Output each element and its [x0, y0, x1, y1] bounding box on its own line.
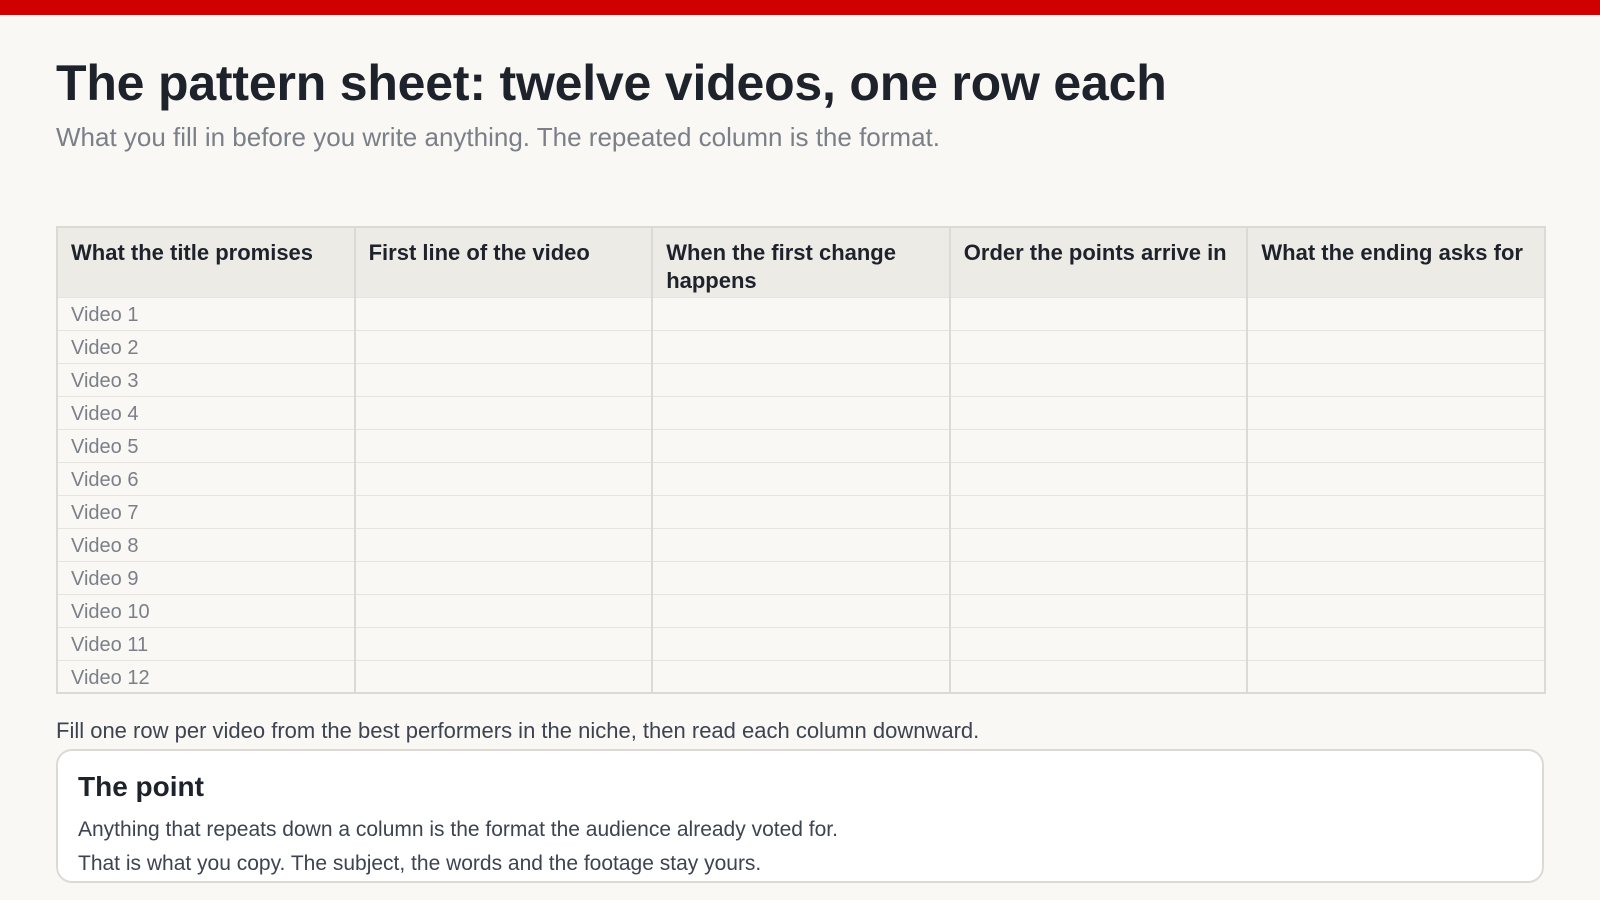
row-label: Video 12 — [57, 659, 356, 693]
point-line: Anything that repeats down a column is t… — [78, 818, 838, 841]
table-header-row: What the title promises First line of th… — [57, 227, 1545, 297]
table-cell[interactable] — [354, 494, 654, 528]
table-row: Video 10 — [57, 593, 1545, 627]
row-label: Video 5 — [57, 428, 356, 462]
table-cell[interactable] — [1247, 593, 1545, 627]
table-cell[interactable] — [1247, 560, 1545, 594]
column-header-title-promise: What the title promises — [57, 227, 356, 297]
table-cell[interactable] — [949, 626, 1249, 660]
table-cell[interactable] — [949, 296, 1249, 330]
pattern-sheet-table: What the title promises First line of th… — [56, 226, 1546, 694]
table-cell[interactable] — [949, 494, 1249, 528]
row-label: Video 3 — [57, 362, 356, 396]
table-cell[interactable] — [1247, 296, 1545, 330]
table-cell[interactable] — [354, 395, 654, 429]
row-label: Video 4 — [57, 395, 356, 429]
page-subtitle: What you fill in before you write anythi… — [56, 122, 940, 152]
column-header-first-change: When the first change happens — [652, 227, 951, 297]
table-cell[interactable] — [652, 461, 951, 495]
table-cell[interactable] — [949, 329, 1249, 363]
row-label: Video 7 — [57, 494, 356, 528]
instruction-note: Fill one row per video from the best per… — [56, 718, 980, 743]
row-label: Video 1 — [57, 296, 356, 330]
table-row: Video 8 — [57, 527, 1545, 561]
table-row: Video 9 — [57, 560, 1545, 594]
table-cell[interactable] — [652, 428, 951, 462]
table-cell[interactable] — [1247, 494, 1545, 528]
table-cell[interactable] — [949, 593, 1249, 627]
table-cell[interactable] — [652, 296, 951, 330]
table-cell[interactable] — [949, 527, 1249, 561]
point-callout: The point Anything that repeats down a c… — [56, 749, 1544, 883]
table-cell[interactable] — [949, 659, 1249, 693]
page-title: The pattern sheet: twelve videos, one ro… — [56, 55, 1167, 111]
row-label: Video 9 — [57, 560, 356, 594]
table-row: Video 7 — [57, 494, 1545, 528]
table-row: Video 5 — [57, 428, 1545, 462]
table-cell[interactable] — [354, 362, 654, 396]
table-cell[interactable] — [652, 659, 951, 693]
table-cell[interactable] — [354, 593, 654, 627]
column-header-points-order: Order the points arrive in — [949, 227, 1249, 297]
table-cell[interactable] — [354, 626, 654, 660]
table-cell[interactable] — [949, 428, 1249, 462]
table-cell[interactable] — [354, 560, 654, 594]
table-cell[interactable] — [652, 494, 951, 528]
table-cell[interactable] — [1247, 362, 1545, 396]
table-cell[interactable] — [354, 659, 654, 693]
point-title: The point — [78, 771, 204, 802]
table-cell[interactable] — [1247, 659, 1545, 693]
row-label: Video 8 — [57, 527, 356, 561]
row-label: Video 6 — [57, 461, 356, 495]
row-label: Video 2 — [57, 329, 356, 363]
row-label: Video 10 — [57, 593, 356, 627]
table-cell[interactable] — [652, 560, 951, 594]
table-cell[interactable] — [949, 560, 1249, 594]
table-cell[interactable] — [354, 296, 654, 330]
column-header-ending-ask: What the ending asks for — [1247, 227, 1545, 297]
table-body: Video 1 Video 2 Video 3 Video 4 Video 5 Video… — [57, 296, 1545, 693]
table-cell[interactable] — [652, 362, 951, 396]
table-cell[interactable] — [354, 461, 654, 495]
table-row: Video 2 — [57, 329, 1545, 363]
table-cell[interactable] — [1247, 329, 1545, 363]
table-cell[interactable] — [1247, 428, 1545, 462]
table-row: Video 1 — [57, 296, 1545, 330]
table-row: Video 4 — [57, 395, 1545, 429]
accent-bar — [0, 0, 1600, 15]
point-line: That is what you copy. The subject, the … — [78, 852, 762, 875]
table-row: Video 11 — [57, 626, 1545, 660]
table-cell[interactable] — [949, 461, 1249, 495]
table-cell[interactable] — [949, 395, 1249, 429]
table-cell[interactable] — [652, 527, 951, 561]
table-cell[interactable] — [1247, 527, 1545, 561]
table-cell[interactable] — [1247, 626, 1545, 660]
table-row: Video 6 — [57, 461, 1545, 495]
table-cell[interactable] — [1247, 461, 1545, 495]
table-cell[interactable] — [1247, 395, 1545, 429]
table-cell[interactable] — [652, 395, 951, 429]
table-cell[interactable] — [354, 329, 654, 363]
table-cell[interactable] — [949, 362, 1249, 396]
table-cell[interactable] — [354, 428, 654, 462]
table-cell[interactable] — [652, 626, 951, 660]
row-label: Video 11 — [57, 626, 356, 660]
table-cell[interactable] — [652, 593, 951, 627]
table-cell[interactable] — [652, 329, 951, 363]
table-row: Video 3 — [57, 362, 1545, 396]
table-cell[interactable] — [354, 527, 654, 561]
table-row: Video 12 — [57, 659, 1545, 693]
column-header-first-line: First line of the video — [354, 227, 654, 297]
